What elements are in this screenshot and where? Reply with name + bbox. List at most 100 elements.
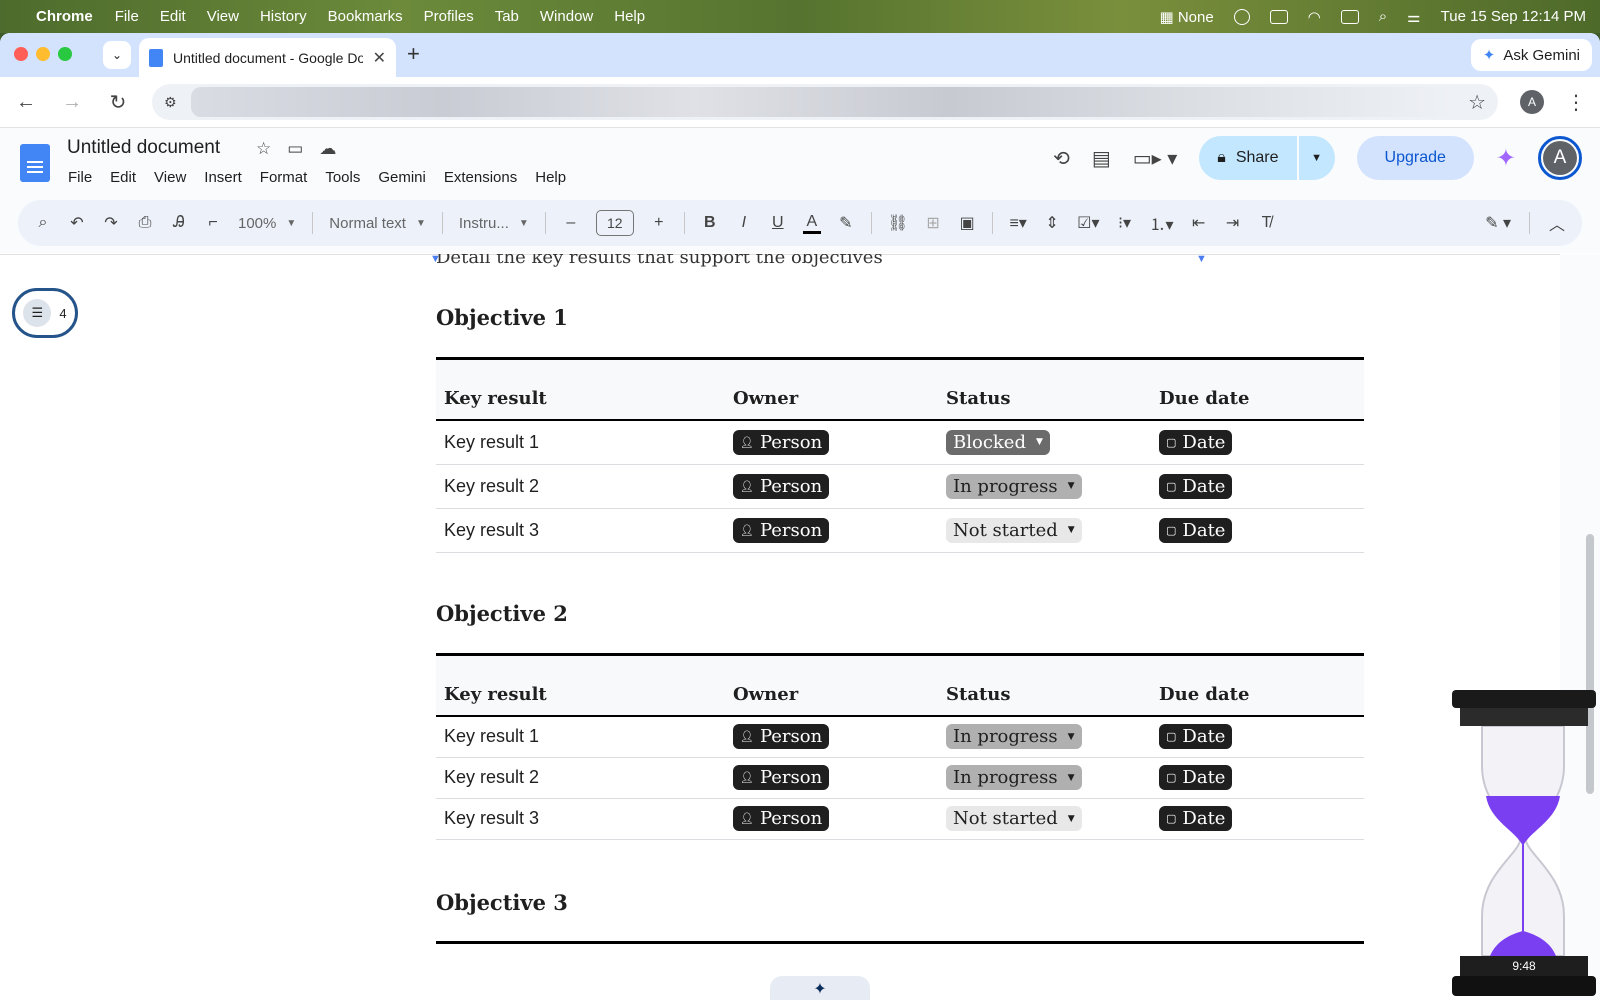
tab-close-icon[interactable]: ✕ [373,48,386,68]
close-window-button[interactable] [14,47,28,61]
meet-video-icon[interactable]: ▭▸ ▾ [1133,146,1178,171]
menubar-item-view[interactable]: View [207,8,239,25]
date-chip[interactable]: ▢ Date [1159,806,1233,831]
ask-gemini-button[interactable]: ✦ Ask Gemini [1470,39,1592,71]
search-menus-icon[interactable]: ⌕ [34,214,52,232]
account-avatar[interactable]: A [1538,136,1582,180]
docs-menu-view[interactable]: View [154,169,186,186]
menubar-app-name[interactable]: Chrome [36,8,93,25]
person-chip[interactable]: 👤︎ Person [733,765,830,790]
insert-link-icon[interactable]: ⛓ [888,213,908,233]
gemini-assist-tab-icon[interactable]: ✦ [770,976,870,1000]
spellcheck-icon[interactable]: Ꭿ [170,214,188,232]
header-key-result[interactable]: Key result [436,357,725,421]
insert-image-icon[interactable]: ▣ [958,213,976,233]
key-result-cell[interactable]: Key result 2 [436,757,725,799]
increase-indent-icon[interactable]: ⇥ [1224,213,1242,233]
forward-arrow-icon[interactable]: → [60,91,84,114]
increase-font-size-icon[interactable]: + [650,214,668,232]
docs-menu-extensions[interactable]: Extensions [444,169,517,186]
font-size-input[interactable]: 12 [595,210,634,236]
tab-search-chevron-icon[interactable]: ⌄ [103,41,131,69]
objective-heading[interactable]: Objective 2 [436,601,568,626]
display-icon[interactable] [1269,9,1288,24]
menubar-item-edit[interactable]: Edit [160,8,186,25]
document-title[interactable]: Untitled document [67,137,220,159]
key-result-cell[interactable]: Key result 1 [436,716,725,758]
status-dropdown-chip[interactable]: Not started ▼ [946,517,1082,543]
wifi-icon[interactable]: ◠ [1308,8,1321,26]
date-chip[interactable]: ▢ Date [1159,473,1233,499]
status-dropdown-chip[interactable]: Not started ▼ [946,806,1082,831]
version-history-icon[interactable]: ⟲ [1053,146,1070,171]
gemini-icon[interactable]: ✦ [1496,144,1516,173]
header-owner[interactable]: Owner [725,357,938,421]
menubar-clock[interactable]: Tue 15 Sep 12:14 PM [1441,8,1586,25]
date-chip[interactable]: ▢ Date [1159,517,1233,543]
move-folder-icon[interactable]: ▭ [287,139,303,159]
url-blurred[interactable] [190,87,1455,117]
italic-icon[interactable]: I [735,214,753,232]
date-chip[interactable]: ▢ Date [1159,429,1233,455]
menubar-item-help[interactable]: Help [614,8,645,25]
menubar-item-bookmarks[interactable]: Bookmarks [328,8,403,25]
objective-heading[interactable]: Objective 1 [436,305,568,330]
cloud-saved-icon[interactable]: ☁ [319,139,336,159]
new-tab-plus-icon[interactable]: + [407,41,420,67]
document-page[interactable]: ▼ ▼ ☰ 4 Detail the key results that supp… [0,254,1560,1000]
key-result-cell[interactable]: Key result 3 [436,508,725,553]
menubar-item-window[interactable]: Window [540,8,593,25]
bulleted-list-icon[interactable]: ⁝▾ [1116,213,1134,233]
active-tab[interactable]: Untitled document - Google Docs ✕ [139,38,396,77]
key-result-cell[interactable]: Key result 2 [436,464,725,509]
person-chip[interactable]: 👤︎ Person [733,806,830,831]
underline-icon[interactable]: U [769,214,787,232]
back-arrow-icon[interactable]: ← [14,91,38,114]
decrease-indent-icon[interactable]: ⇤ [1190,213,1208,233]
share-button[interactable]: 🔒︎ Share [1199,136,1299,180]
reload-icon[interactable]: ↻ [106,90,130,115]
checklist-icon[interactable]: ☑▾ [1077,213,1099,233]
play-icon[interactable] [1233,8,1250,25]
header-due-date[interactable]: Due date [1151,357,1364,421]
status-dropdown-chip[interactable]: Blocked ▼ [946,429,1050,455]
add-comment-icon[interactable]: ⊞ [924,213,942,233]
redo-icon[interactable]: ↷ [102,213,120,233]
menubar-item-tab[interactable]: Tab [495,8,519,25]
paint-format-icon[interactable]: ⌐ [204,214,222,232]
docs-menu-gemini[interactable]: Gemini [378,169,426,186]
person-chip[interactable]: 👤︎ Person [733,517,830,543]
status-dropdown-chip[interactable]: In progress ▼ [946,473,1082,499]
docs-menu-edit[interactable]: Edit [110,169,136,186]
header-status[interactable]: Status [938,653,1151,717]
docs-menu-format[interactable]: Format [260,169,308,186]
status-dropdown-chip[interactable]: In progress ▼ [946,724,1082,750]
person-chip[interactable]: 👤︎ Person [733,473,830,499]
status-dropdown-chip[interactable]: In progress ▼ [946,765,1082,790]
paragraph-style-select[interactable]: Normal text ▼ [329,215,426,232]
share-dropdown-chevron-icon[interactable]: ▼ [1298,136,1335,180]
profile-avatar[interactable]: A [1520,90,1544,114]
docs-logo-icon[interactable] [20,144,50,182]
omnibox[interactable]: ⚙ ☆ [152,84,1498,120]
battery-icon[interactable] [1340,9,1359,24]
editing-mode-pencil-icon[interactable]: ✎ ▾ [1485,213,1511,233]
star-icon[interactable]: ☆ [256,139,271,159]
font-select[interactable]: Instru... ▼ [459,215,529,232]
upgrade-button[interactable]: Upgrade [1356,136,1474,180]
align-icon[interactable]: ≡▾ [1009,213,1027,233]
clear-formatting-icon[interactable]: T̸ [1258,214,1276,232]
docs-menu-tools[interactable]: Tools [325,169,360,186]
menubar-item-history[interactable]: History [260,8,307,25]
zoom-select[interactable]: 100% ▼ [238,215,296,232]
comments-icon[interactable]: ▤ [1092,146,1111,171]
site-settings-icon[interactable]: ⚙ [164,94,177,111]
document-outline-button[interactable]: ☰ 4 [12,288,78,338]
intro-text[interactable]: Detail the key results that support the … [436,254,883,268]
focus-status[interactable]: ▦ None [1159,8,1213,26]
header-status[interactable]: Status [938,357,1151,421]
right-indent-marker-icon[interactable]: ▼ [1196,254,1207,265]
docs-menu-insert[interactable]: Insert [204,169,242,186]
bookmark-star-icon[interactable]: ☆ [1468,90,1486,115]
date-chip[interactable]: ▢ Date [1159,724,1233,750]
